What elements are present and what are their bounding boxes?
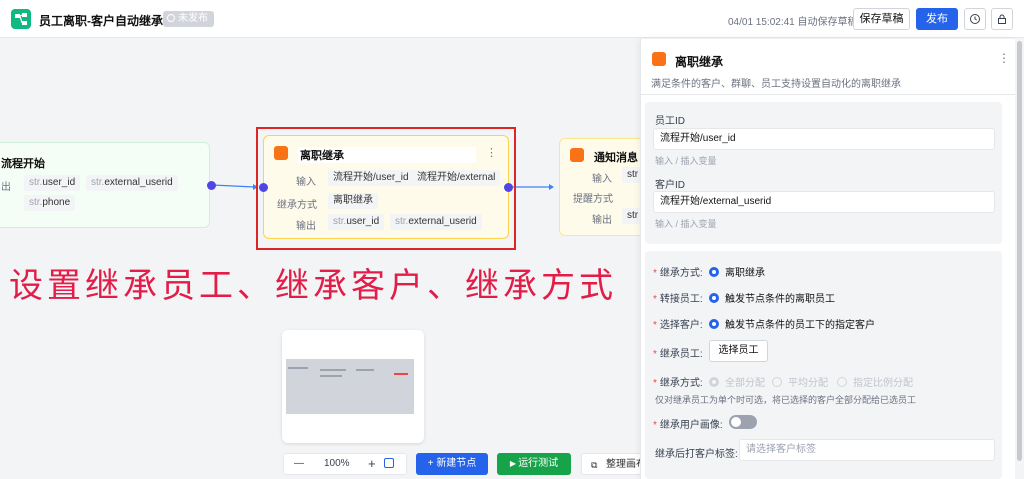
run-test-button[interactable]: ▶ 运行测试 bbox=[497, 453, 571, 475]
flow-canvas[interactable]: 流程开始 出 str.user_id str.external_userid s… bbox=[0, 39, 649, 479]
publish-button[interactable]: 发布 bbox=[916, 8, 958, 30]
inherit-method-label: * 继承方式: bbox=[653, 268, 703, 279]
status-badge: 未发布 bbox=[163, 11, 214, 27]
zoom-level: 100% bbox=[324, 458, 350, 469]
transfer-employee-radio[interactable]: 触发节点条件的离职员工 bbox=[709, 290, 835, 305]
tidy-canvas-button[interactable]: ⧉ 整理画布 bbox=[581, 453, 643, 475]
start-node[interactable]: 流程开始 出 str.user_id str.external_userid s… bbox=[0, 142, 210, 228]
output-port[interactable] bbox=[207, 181, 216, 190]
panel-description: 满足条件的客户、群聊、员工支持设置自动化的离职继承 bbox=[651, 79, 901, 90]
output-tag: str.external_userid bbox=[390, 214, 482, 230]
select-customer-label: * 选择客户: bbox=[653, 320, 703, 331]
customer-id-input[interactable]: 流程开始/external_userid bbox=[653, 191, 995, 213]
output-label: 输出 bbox=[296, 221, 316, 232]
inherit-portrait-label: * 继承用户画像: bbox=[653, 420, 723, 431]
scrollbar-thumb[interactable] bbox=[1017, 41, 1022, 461]
assign-ratio-radio[interactable]: 指定比例分配 bbox=[837, 374, 913, 389]
edge-start-to-main bbox=[211, 184, 256, 188]
assign-all-radio[interactable]: 全部分配 bbox=[709, 374, 765, 389]
output-tag: str.user_id bbox=[328, 214, 385, 230]
config-panel: 离职继承 ⋮ 满足条件的客户、群聊、员工支持设置自动化的离职继承 员工ID 流程… bbox=[640, 39, 1016, 479]
inherit-node-icon bbox=[652, 52, 666, 66]
arrow-head-icon bbox=[549, 184, 554, 190]
tidy-icon: ⧉ bbox=[591, 460, 598, 470]
lock-button[interactable] bbox=[991, 8, 1013, 30]
radio-disabled-icon bbox=[837, 377, 847, 387]
output-tag: str.phone bbox=[24, 195, 76, 211]
input-tag: 流程开始/external bbox=[412, 170, 501, 186]
save-draft-button[interactable]: 保存草稿 bbox=[853, 8, 910, 30]
zoom-control: — 100% + bbox=[283, 453, 407, 475]
radio-disabled-icon bbox=[772, 377, 782, 387]
assign-method-label: * 继承方式: bbox=[653, 378, 703, 389]
inherit-method-radio[interactable]: 离职继承 bbox=[709, 264, 765, 279]
input-label: 输入 bbox=[592, 174, 612, 185]
scrollbar[interactable] bbox=[1015, 39, 1024, 479]
play-icon: ▶ bbox=[509, 459, 519, 468]
history-icon bbox=[970, 14, 980, 24]
select-employee-button[interactable]: 选择员工 bbox=[709, 340, 768, 362]
status-dot-icon bbox=[167, 14, 175, 22]
more-icon[interactable]: ⋮ bbox=[486, 146, 497, 159]
customer-id-hint: 输入 / 插入变量 bbox=[655, 219, 717, 229]
output-label: 输出 bbox=[592, 215, 612, 226]
history-button[interactable] bbox=[964, 8, 986, 30]
transfer-employee-label: * 转接员工: bbox=[653, 294, 703, 305]
fit-view-icon[interactable] bbox=[384, 458, 394, 468]
minimap[interactable] bbox=[282, 330, 424, 443]
page-title: 员工离职-客户自动继承 bbox=[39, 14, 163, 28]
start-node-output-label: 出 bbox=[1, 182, 11, 193]
assign-average-radio[interactable]: 平均分配 bbox=[772, 374, 828, 389]
radio-checked-icon bbox=[709, 293, 719, 303]
flow-logo-icon bbox=[11, 9, 31, 29]
status-text: 未发布 bbox=[178, 13, 208, 24]
method-tag: 离职继承 bbox=[328, 193, 378, 209]
panel-title: 离职继承 bbox=[675, 55, 724, 69]
minimap-viewport[interactable] bbox=[286, 359, 414, 414]
method-label: 继承方式 bbox=[277, 200, 317, 211]
select-customer-radio[interactable]: 触发节点条件的员工下的指定客户 bbox=[709, 316, 875, 331]
notify-node-title: 通知消息 bbox=[594, 152, 638, 164]
radio-checked-icon bbox=[709, 319, 719, 329]
notify-node[interactable]: 通知消息 输入 str 提醒方式 输出 str bbox=[559, 138, 649, 236]
resign-inherit-node[interactable]: 离职继承 ⋮ 输入 流程开始/user_id 流程开始/external 继承方… bbox=[263, 135, 509, 239]
employee-id-input[interactable]: 流程开始/user_id bbox=[653, 128, 995, 150]
autosave-time: 04/01 15:02:41 自动保存草稿 bbox=[728, 17, 858, 28]
input-tag: 流程开始/user_id bbox=[328, 170, 414, 186]
output-tag: str.external_userid bbox=[86, 175, 178, 191]
new-node-label: 新建节点 bbox=[436, 458, 477, 469]
annotation-text: 设置继承员工、继承客户、继承方式 bbox=[9, 266, 617, 306]
remind-label: 提醒方式 bbox=[573, 194, 613, 205]
output-tag: str.user_id bbox=[24, 175, 81, 191]
divider bbox=[641, 94, 1016, 95]
customer-id-label: 客户ID bbox=[655, 180, 685, 191]
input-label: 输入 bbox=[296, 177, 316, 188]
inherit-node-icon bbox=[274, 146, 288, 160]
customer-tag-select[interactable]: 请选择客户标签 bbox=[739, 439, 995, 461]
inherit-portrait-toggle[interactable] bbox=[729, 415, 757, 429]
bell-icon bbox=[570, 148, 584, 162]
lock-icon bbox=[998, 14, 1006, 24]
customer-tag-label: 继承后打客户标签: bbox=[655, 449, 738, 460]
start-node-title: 流程开始 bbox=[1, 158, 45, 170]
more-icon[interactable]: ⋮ bbox=[998, 51, 1010, 65]
zoom-in-button[interactable]: + bbox=[368, 456, 376, 471]
input-port[interactable] bbox=[259, 183, 268, 192]
inherit-employee-label: * 继承员工: bbox=[653, 349, 703, 360]
output-port[interactable] bbox=[504, 183, 513, 192]
radio-disabled-icon bbox=[709, 377, 719, 387]
top-bar: 员工离职-客户自动继承 未发布 04/01 15:02:41 自动保存草稿 保存… bbox=[0, 0, 1024, 38]
employee-id-hint: 输入 / 插入变量 bbox=[655, 156, 717, 166]
radio-checked-icon bbox=[709, 267, 719, 277]
toggle-knob bbox=[731, 417, 741, 427]
run-test-label: 运行测试 bbox=[518, 458, 559, 469]
employee-id-label: 员工ID bbox=[655, 116, 685, 127]
assign-hint: 仅对继承员工为单个时可选，将已选择的客户全部分配给已选员工 bbox=[655, 395, 917, 405]
tidy-canvas-label: 整理画布 bbox=[606, 459, 643, 470]
new-node-button[interactable]: + 新建节点 bbox=[416, 453, 488, 475]
main-node-title: 离职继承 bbox=[298, 147, 476, 163]
zoom-out-button[interactable]: — bbox=[294, 458, 304, 469]
